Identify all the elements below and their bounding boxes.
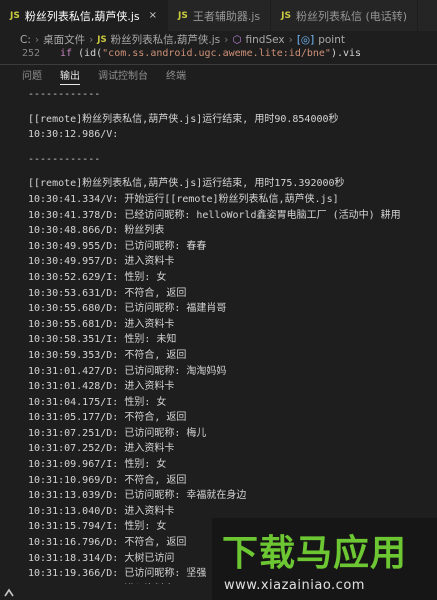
log-line: [[remote]粉丝列表私信,葫芦侠.js]运行结束, 用时90.854000… [28, 113, 339, 125]
watermark-logo: 下载马应用 www.xiazainiao.com [212, 518, 437, 600]
breadcrumb-file[interactable]: 粉丝列表私信,葫芦侠.js [111, 32, 221, 47]
editor-tab-label: 粉丝列表私信,葫芦侠.js [24, 9, 140, 23]
code-keyword: if [60, 48, 73, 59]
js-file-icon: JS [281, 10, 291, 21]
log-spacer [28, 143, 435, 152]
log-line: 10:30:55.680/D: 已访问昵称: 福建肖哥 [28, 303, 227, 315]
code-string: "com.ss.android.ugc.aweme.lite:id/bne" [102, 48, 331, 59]
log-line: 10:30:48.866/D: 粉丝列表 [28, 225, 165, 237]
close-icon[interactable]: × [149, 10, 157, 21]
log-line: 10:31:13.039/D: 已访问昵称: 幸福就在身边 [28, 490, 247, 502]
log-line: 10:30:12.986/V: [28, 129, 119, 141]
log-line: [[remote]粉丝列表私信,葫芦侠.js]运行结束, 用时175.39200… [28, 178, 345, 190]
log-spacer [28, 103, 435, 112]
chevron-right-icon: › [89, 33, 94, 46]
js-file-icon: JS [10, 10, 20, 21]
breadcrumb: C: › 桌面文件 › JS 粉丝列表私信,葫芦侠.js › ⬡ findSex… [0, 31, 437, 48]
editor-tab[interactable]: JS 粉丝列表私信,葫芦侠.js × [0, 0, 169, 31]
output-log[interactable]: ------------ [[remote]粉丝列表私信,葫芦侠.js]运行结束,… [28, 87, 435, 584]
chevron-right-icon: › [288, 33, 293, 46]
log-line: 10:30:53.631/D: 不符合, 返回 [28, 287, 187, 299]
editor-tab[interactable]: JS 王者辅助器.js [168, 0, 272, 31]
panel-tab[interactable]: 调试控制台 [98, 65, 148, 84]
log-line: ------------ [28, 89, 101, 100]
editor-tab-bar: JS 粉丝列表私信,葫芦侠.js × JS 王者辅助器.js JS 粉丝列表私信 (电话转) [0, 0, 437, 31]
breadcrumb-function[interactable]: findSex [246, 34, 285, 46]
chevron-right-icon: › [224, 33, 229, 46]
chevron-right-icon: › [34, 33, 40, 46]
watermark-title: 下载马应用 [222, 533, 408, 574]
log-line: 10:30:55.681/D: 进入资料卡 [28, 318, 175, 330]
log-line: 10:31:10.969/D: 不符合, 返回 [28, 474, 187, 486]
scroll-caret-icon[interactable] [4, 588, 14, 598]
breadcrumb-symbol[interactable]: point [318, 34, 345, 46]
log-line: 10:31:09.967/I: 性别: 女 [28, 459, 167, 471]
editor-tab-label: 王者辅助器.js [192, 9, 261, 23]
panel-tab[interactable]: 终端 [166, 65, 186, 84]
log-line: 10:30:41.334/V: 开始运行[[remote]粉丝列表私信,葫芦侠.… [28, 193, 339, 205]
breadcrumb-folder[interactable]: 桌面文件 [43, 32, 85, 47]
log-line: 10:31:05.177/D: 不符合, 返回 [28, 412, 187, 424]
code-line[interactable]: 252 if (id("com.ss.android.ugc.aweme.lite… [0, 48, 437, 63]
line-number: 252 [21, 48, 40, 59]
panel-tab-bar: 问题 输出 调试控制台 终端 [0, 64, 437, 85]
breadcrumb-drive[interactable]: C: [20, 34, 31, 46]
editor-tab-label: 粉丝列表私信 (电话转) [296, 9, 408, 23]
code-text-rest: ).vis [330, 48, 362, 59]
log-line: 10:31:07.251/D: 已访问昵称: 梅儿 [28, 427, 207, 439]
log-line: 10:30:59.353/D: 不符合, 返回 [28, 349, 187, 361]
js-file-icon: JS [97, 34, 107, 45]
watermark-url: www.xiazainiao.com [224, 578, 365, 593]
log-line: 10:30:58.351/I: 性别: 未知 [28, 334, 177, 346]
log-line: 10:30:52.629/I: 性别: 女 [28, 271, 167, 283]
log-line: 10:31:07.252/D: 进入资料卡 [28, 443, 175, 455]
log-spacer [28, 167, 435, 176]
log-line: 10:30:41.378/D: 已经访问昵称: helloWorld鑫姿胃电脑工… [28, 209, 401, 221]
log-line: 10:31:04.175/I: 性别: 女 [28, 396, 167, 408]
js-file-icon: JS [178, 10, 188, 21]
variable-icon: [◎] [296, 33, 315, 46]
log-line: 10:31:01.427/D: 已访问昵称: 淘淘妈妈 [28, 365, 227, 377]
function-cube-icon: ⬡ [232, 33, 242, 46]
editor-tab[interactable]: JS 粉丝列表私信 (电话转) [271, 0, 419, 31]
log-line: 10:30:49.957/D: 进入资料卡 [28, 256, 175, 268]
log-line: ------------ [28, 153, 101, 165]
log-line: 10:30:49.955/D: 已访问昵称: 春春 [28, 240, 207, 252]
panel-tab[interactable]: 输出 [60, 65, 80, 85]
log-line: 10:31:01.428/D: 进入资料卡 [28, 381, 175, 393]
code-text: (id( [72, 48, 103, 59]
panel-tab[interactable]: 问题 [22, 65, 42, 84]
